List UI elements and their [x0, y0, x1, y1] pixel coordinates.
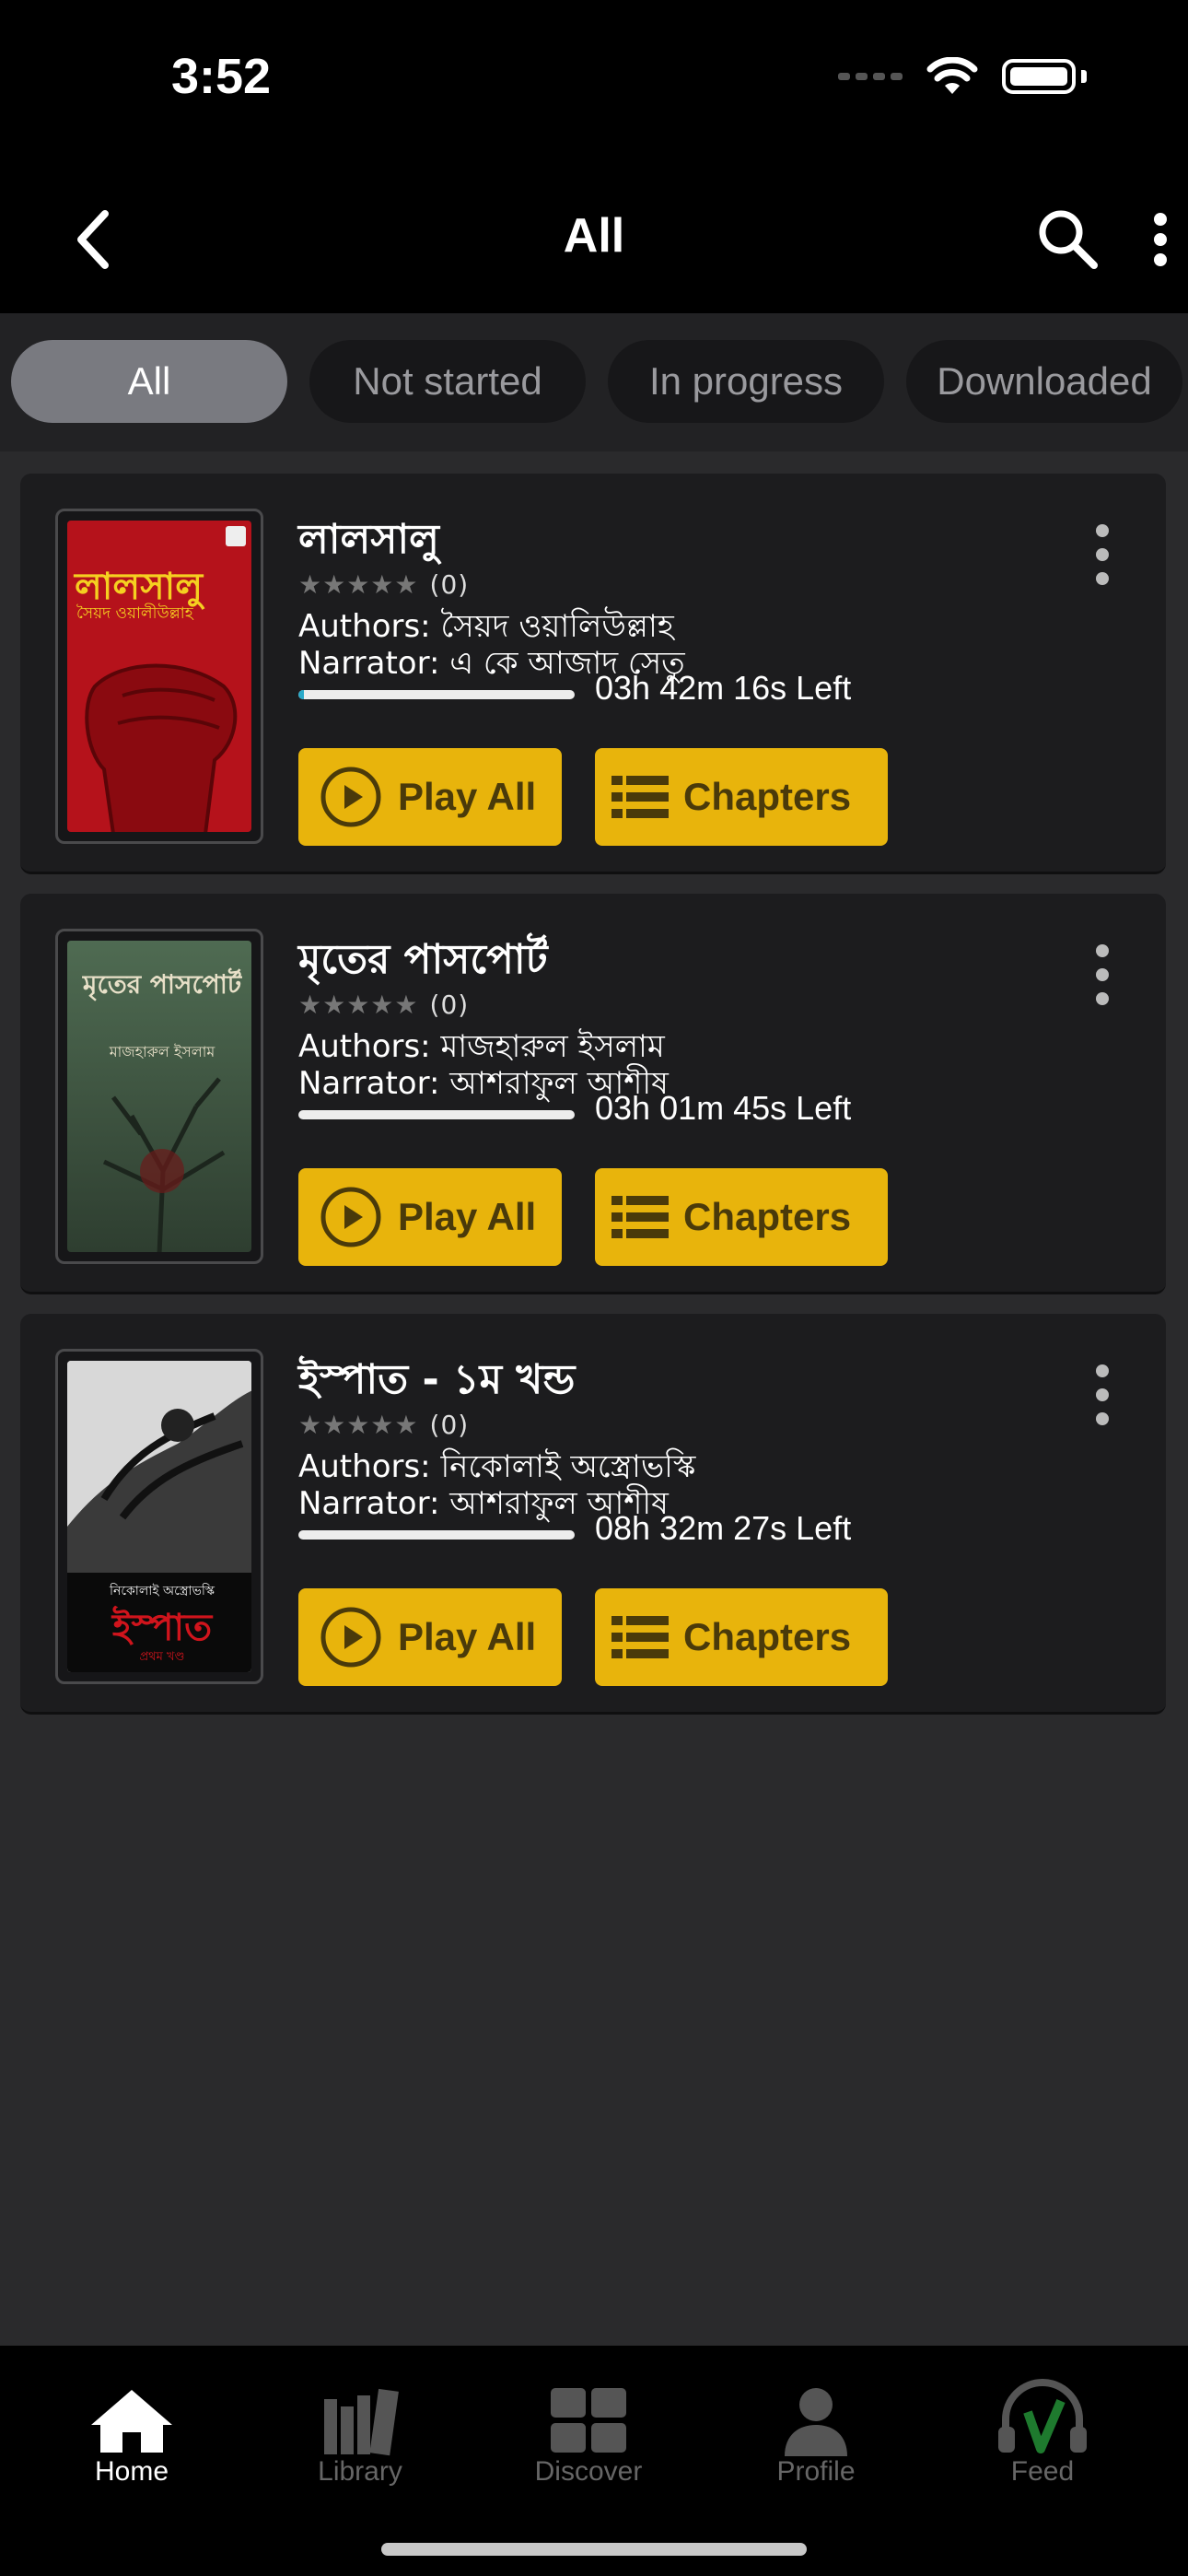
rating-count: (0): [429, 569, 470, 600]
list-icon: [611, 1196, 669, 1238]
profile-icon: [785, 2388, 847, 2456]
tabbar-label: Profile: [776, 2456, 856, 2487]
cover-tree-illustration: [102, 1077, 226, 1252]
play-circle-icon: [320, 767, 381, 827]
home-indicator: [381, 2543, 807, 2556]
tab-all[interactable]: All: [11, 340, 287, 423]
stars-icon: ★★★★★: [298, 989, 419, 1020]
wifi-icon: [926, 57, 978, 94]
rating-stars: ★★★★★ (0): [298, 989, 469, 1020]
book-cover[interactable]: মৃতের পাসপোর্ট মাজহারুল ইসলাম: [55, 929, 263, 1264]
discover-icon: [551, 2388, 626, 2453]
rating-stars: ★★★★★ (0): [298, 1410, 469, 1440]
play-all-label: Play All: [398, 1615, 537, 1658]
tabbar-profile[interactable]: Profile: [724, 2373, 908, 2488]
book-cover[interactable]: নিকোলাই অস্ত্রোভস্কি ইস্পাত প্রথম খণ্ড: [55, 1349, 263, 1684]
time-left: 03h 01m 45s Left: [595, 1089, 852, 1127]
chapters-button[interactable]: Chapters: [595, 748, 888, 846]
book-title[interactable]: মৃতের পাসপোর্ট: [298, 929, 548, 996]
rating-stars: ★★★★★ (0): [298, 569, 469, 600]
tabbar-home[interactable]: Home: [40, 2373, 224, 2488]
book-cover[interactable]: লালসালু সৈয়দ ওয়ালীউল্লাহ: [55, 509, 263, 844]
list-icon: [611, 776, 669, 818]
more-vertical-icon[interactable]: [1089, 518, 1116, 591]
tabbar-label: Discover: [534, 2456, 643, 2487]
cover-subtitle: প্রথম খণ্ড: [139, 1650, 185, 1664]
stars-icon: ★★★★★: [298, 1410, 419, 1440]
tabbar-discover[interactable]: Discover: [496, 2373, 681, 2488]
chapters-label: Chapters: [683, 1615, 852, 1658]
feed-icon: [998, 2379, 1087, 2453]
book-title[interactable]: লালসালু: [298, 509, 439, 576]
cover-title: মৃতের পাসপোর্ট: [82, 969, 242, 1000]
progress-fill: [298, 690, 304, 699]
tabbar-feed[interactable]: Feed: [950, 2373, 1135, 2488]
time-left: 03h 42m 16s Left: [595, 669, 852, 707]
more-vertical-icon[interactable]: [1142, 203, 1179, 276]
book-card[interactable]: নিকোলাই অস্ত্রোভস্কি ইস্পাত প্রথম খণ্ড ই…: [20, 1314, 1166, 1715]
chapters-label: Chapters: [683, 1195, 852, 1238]
cover-bottom-band: নিকোলাই অস্ত্রোভস্কি ইস্পাত প্রথম খণ্ড: [67, 1573, 251, 1672]
publisher-logo: [226, 526, 246, 546]
cover-author: সৈয়দ ওয়ালীউল্লাহ: [76, 604, 193, 623]
battery-cap: [1081, 70, 1087, 83]
book-card[interactable]: লালসালু সৈয়দ ওয়ালীউল্লাহ লালসালু ★★★★★…: [20, 474, 1166, 874]
filter-tabs: All Not started In progress Downloaded: [0, 313, 1188, 451]
tabbar-label: Library: [318, 2456, 402, 2487]
nav-bar: All: [0, 166, 1188, 313]
cover-image: নিকোলাই অস্ত্রোভস্কি ইস্পাত প্রথম খণ্ড: [67, 1361, 251, 1672]
search-icon[interactable]: [1031, 203, 1105, 276]
battery-icon: [1002, 59, 1076, 94]
book-title[interactable]: ইস্পাত - ১ম খন্ড: [298, 1349, 575, 1416]
tabbar-label: Home: [94, 2456, 169, 2487]
status-bar: 3:52: [0, 0, 1188, 166]
home-icon: [91, 2390, 172, 2453]
bottom-tab-bar: Home Library Discover Profile Feed: [0, 2346, 1188, 2576]
progress-bar: [298, 1110, 575, 1119]
rating-count: (0): [429, 989, 470, 1020]
stars-icon: ★★★★★: [298, 569, 419, 600]
status-time: 3:52: [171, 49, 272, 104]
chapters-button[interactable]: Chapters: [595, 1168, 888, 1266]
cover-fist-illustration: [85, 663, 238, 832]
progress-bar: [298, 690, 575, 699]
progress-bar: [298, 1530, 575, 1540]
more-vertical-icon[interactable]: [1089, 1358, 1116, 1432]
library-icon: [324, 2388, 399, 2456]
page-title: All: [563, 209, 625, 263]
cover-rider-illustration: [67, 1361, 251, 1573]
chapters-button[interactable]: Chapters: [595, 1588, 888, 1686]
cellular-icon: [838, 73, 903, 80]
rating-count: (0): [429, 1410, 470, 1440]
tab-downloaded[interactable]: Downloaded: [906, 340, 1182, 423]
book-card[interactable]: মৃতের পাসপোর্ট মাজহারুল ইসলাম মৃতের পাসপ…: [20, 894, 1166, 1294]
play-all-button[interactable]: Play All: [298, 1588, 562, 1686]
cover-image: লালসালু সৈয়দ ওয়ালীউল্লাহ: [67, 521, 251, 832]
tab-in-progress[interactable]: In progress: [608, 340, 884, 423]
chapters-label: Chapters: [683, 775, 852, 818]
play-all-button[interactable]: Play All: [298, 1168, 562, 1266]
play-all-label: Play All: [398, 1195, 537, 1238]
tabbar-library[interactable]: Library: [268, 2373, 452, 2488]
tabbar-label: Feed: [1010, 2456, 1075, 2487]
play-circle-icon: [320, 1187, 381, 1247]
status-icons: [838, 57, 1087, 96]
time-left: 08h 32m 27s Left: [595, 1509, 852, 1547]
tab-not-started[interactable]: Not started: [309, 340, 586, 423]
list-icon: [611, 1616, 669, 1658]
play-circle-icon: [320, 1607, 381, 1668]
more-vertical-icon[interactable]: [1089, 938, 1116, 1012]
play-all-button[interactable]: Play All: [298, 748, 562, 846]
cover-image: মৃতের পাসপোর্ট মাজহারুল ইসলাম: [67, 941, 251, 1252]
play-all-label: Play All: [398, 775, 537, 818]
